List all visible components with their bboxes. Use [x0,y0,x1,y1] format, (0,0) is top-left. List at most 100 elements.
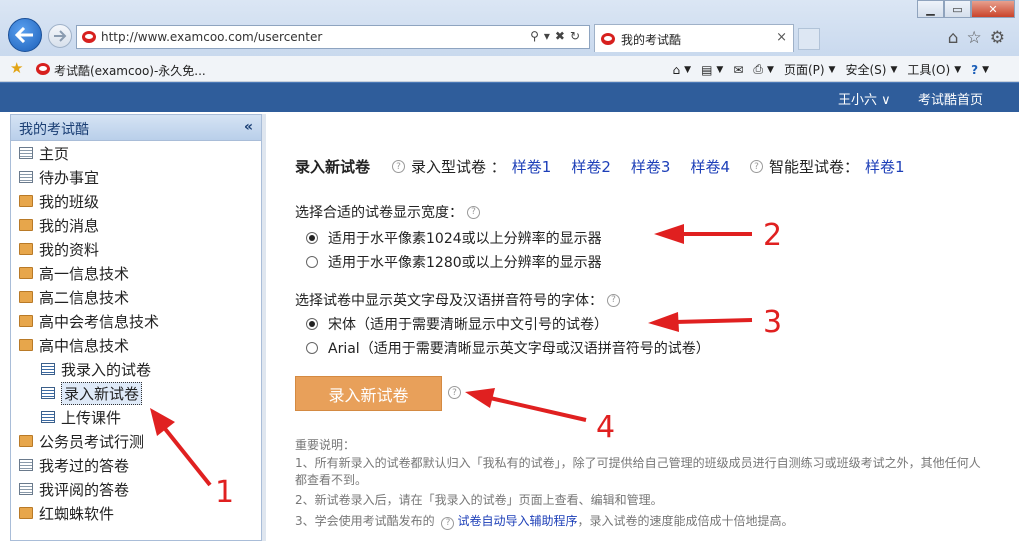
mail-icon: ✉ [733,62,744,77]
help-icon[interactable]: ? [448,386,461,399]
forward-button[interactable] [48,24,72,48]
radio-button[interactable] [306,256,318,268]
font-option-arial[interactable]: Arial（适用于需要清晰显示英文字母或汉语拼音符号的试卷） [306,338,710,358]
home-icon[interactable]: ⌂ [948,28,967,48]
close-icon[interactable]: × [776,30,787,45]
help-icon[interactable]: ? [749,160,763,173]
radio-button[interactable] [306,342,318,354]
feeds-menu[interactable]: ▤ ▼ [701,61,723,78]
maximize-button[interactable]: ▭ [944,0,971,18]
favorites-star-icon[interactable]: ★ [10,59,23,77]
radio-button[interactable] [306,318,318,330]
star-icon[interactable]: ☆ [967,28,990,48]
home-link[interactable]: 考试酷首页 [918,89,983,108]
home-icon: ⌂ [672,62,681,77]
page-icon [19,459,33,471]
command-menu: ⌂ ▼ ▤ ▼ ✉ ⎙ ▼ 页面(P) ▼ 安全(S) ▼ 工具(O) ▼ ? ▼ [673,61,989,78]
sidebar-item-home[interactable]: 主页 [11,141,261,165]
arrow-left-icon [15,27,33,43]
new-tab-button[interactable] [798,28,820,50]
address-actions[interactable]: ⚲▾✖↻ [530,29,585,43]
folder-icon [19,267,33,279]
annotation-number-4: 4 [596,410,616,445]
folder-icon [19,315,33,327]
sidebar-header: 我的考试酷 « [11,115,261,141]
favorite-logo-icon [36,63,50,75]
folder-icon [19,219,33,231]
sidebar-item-messages[interactable]: 我的消息 [11,213,261,237]
width-option-1280[interactable]: 适用于水平像素1280或以上分辨率的显示器 [306,252,602,272]
sidebar-item-civil-service[interactable]: 公务员考试行测 [11,429,261,453]
sidebar-title: 我的考试酷 [19,122,89,138]
url-text: http://www.examcoo.com/usercenter [101,30,323,44]
sidebar-item-todo[interactable]: 待办事宜 [11,165,261,189]
entry-sample-1-link[interactable]: 样卷1 [512,156,552,177]
browser-tab[interactable]: 我的考试酷 × [594,24,794,52]
folder-icon [19,195,33,207]
help-icon[interactable]: ? [607,293,620,307]
annotation-number-2: 2 [763,218,783,253]
favorite-link[interactable]: 考试酷(examcoo)-永久免... [54,62,206,79]
help-icon[interactable]: ? [392,160,406,173]
mail-button[interactable]: ✉ [733,61,743,78]
new-paper-button[interactable]: 录入新试卷 [295,376,442,411]
main-content: 录入新试卷 ? 录入型试卷 ： 样卷1 样卷2 样卷3 样卷4 ? 智能型试卷：… [266,114,1019,541]
width-option-1024[interactable]: 适用于水平像素1024或以上分辨率的显示器 [306,228,602,248]
heading-row: 录入新试卷 ? 录入型试卷 ： 样卷1 样卷2 样卷3 样卷4 ? 智能型试卷：… [295,156,925,177]
site-header: 王小六 ∨ 考试酷首页 [0,82,1019,112]
menu-security[interactable]: 安全(S) ▼ [845,61,897,78]
sidebar-item-new-paper[interactable]: 录入新试卷 [11,381,261,405]
folder-open-icon [19,339,33,351]
help-icon: ? [971,62,979,77]
back-button[interactable] [8,18,42,52]
sidebar-item-my-answers[interactable]: 我考过的答卷 [11,453,261,477]
auto-import-link[interactable]: 试卷自动导入辅助程序 [457,514,577,528]
menu-page[interactable]: 页面(P) ▼ [784,61,836,78]
print-menu[interactable]: ⎙ ▼ [753,61,774,78]
menu-tools[interactable]: 工具(O) ▼ [907,61,961,78]
address-bar[interactable]: http://www.examcoo.com/usercenter ⚲▾✖↻ [76,25,590,49]
sidebar-item-grade11-it[interactable]: 高二信息技术 [11,285,261,309]
page-icon [19,147,33,159]
command-bar: ★ 考试酷(examcoo)-永久免... ⌂ ▼ ▤ ▼ ✉ ⎙ ▼ 页面(P) ▼ … [0,56,1019,82]
close-window-button[interactable]: ✕ [971,0,1015,18]
radio-button[interactable] [306,232,318,244]
annotation-number-3: 3 [763,305,783,340]
document-icon [41,411,55,423]
entry-sample-2-link[interactable]: 样卷2 [571,156,611,177]
width-section-label: 选择合适的试卷显示宽度： ? [295,202,486,222]
browser-titlebar: http://www.examcoo.com/usercenter ⚲▾✖↻ 我… [0,0,1019,56]
document-icon [41,387,55,399]
collapse-icon[interactable]: « [244,119,253,135]
page-icon [19,483,33,495]
minimize-button[interactable]: ▁ [917,0,944,18]
sidebar-item-hs-it[interactable]: 高中信息技术 [11,333,261,357]
sidebar-item-grade10-it[interactable]: 高一信息技术 [11,261,261,285]
smart-type-label: 智能型试卷： [768,158,859,176]
help-icon[interactable]: ? [441,517,455,530]
help-icon[interactable]: ? [467,205,480,219]
home-menu[interactable]: ⌂ ▼ [673,61,692,78]
help-menu[interactable]: ? ▼ [971,61,989,78]
arrow-right-icon [54,30,67,42]
sidebar-item-profile[interactable]: 我的资料 [11,237,261,261]
gear-icon[interactable]: ⚙ [990,28,1013,48]
window-controls: ▁ ▭ ✕ [917,0,1015,18]
user-menu[interactable]: 王小六 ∨ [838,89,891,108]
entry-sample-3-link[interactable]: 样卷3 [631,156,671,177]
sidebar-item-classes[interactable]: 我的班级 [11,189,261,213]
entry-sample-4-link[interactable]: 样卷4 [690,156,730,177]
sidebar-item-hs-exam-it[interactable]: 高中会考信息技术 [11,309,261,333]
sidebar-item-upload-courseware[interactable]: 上传课件 [11,405,261,429]
note-3: 3、学会使用考试酷发布的 ? 试卷自动导入辅助程序，录入试卷的速度能成倍成十倍地提… [295,514,794,530]
page-icon [19,171,33,183]
toolbar-icons[interactable]: ⌂☆⚙ [948,28,1013,48]
folder-icon [19,291,33,303]
sidebar-item-my-papers[interactable]: 我录入的试卷 [11,357,261,381]
font-section-label: 选择试卷中显示英文字母及汉语拼音符号的字体： ? [295,290,626,310]
page-title: 录入新试卷 [295,158,371,176]
smart-sample-1-link[interactable]: 样卷1 [865,156,905,177]
annotation-number-1: 1 [215,475,235,510]
font-option-songti[interactable]: 宋体（适用于需要清晰显示中文引号的试卷） [306,314,608,334]
folder-icon [19,243,33,255]
